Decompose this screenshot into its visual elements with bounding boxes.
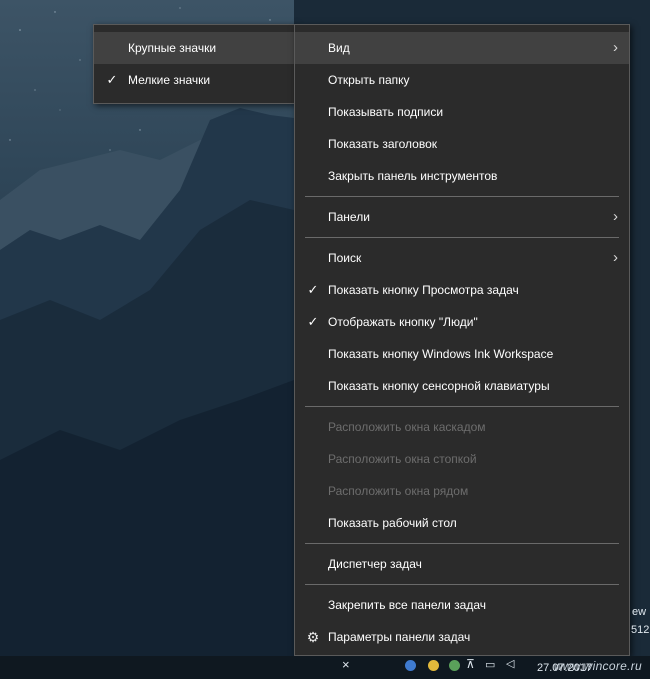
menu-item-taskbar-settings[interactable]: ⚙ Параметры панели задач bbox=[295, 621, 629, 653]
folder-icon[interactable] bbox=[428, 660, 439, 671]
volume-icon[interactable]: ◁ bbox=[506, 657, 514, 670]
menu-separator bbox=[305, 543, 619, 544]
menu-item-label: Вид bbox=[328, 41, 350, 55]
battery-icon[interactable]: ▭ bbox=[485, 658, 495, 671]
check-icon: ✓ bbox=[307, 314, 319, 329]
app-icon[interactable] bbox=[449, 660, 460, 671]
chevron-up-icon[interactable]: ⊼ bbox=[466, 657, 475, 671]
menu-item-show-touch-keyboard-button[interactable]: Показать кнопку сенсорной клавиатуры bbox=[295, 370, 629, 402]
menu-separator bbox=[305, 237, 619, 238]
menu-item-open-folder[interactable]: Открыть папку bbox=[295, 64, 629, 96]
menu-item-show-desktop[interactable]: Показать рабочий стол bbox=[295, 507, 629, 539]
background-text: ew bbox=[632, 606, 647, 618]
menu-separator bbox=[305, 584, 619, 585]
menu-item-label: Расположить окна рядом bbox=[328, 484, 469, 498]
watermark: www.wincore.ru bbox=[553, 659, 642, 673]
menu-item-side-by-side-windows: Расположить окна рядом bbox=[295, 475, 629, 507]
submenu-item-label: Мелкие значки bbox=[128, 73, 211, 87]
menu-separator bbox=[305, 196, 619, 197]
network-icon[interactable] bbox=[405, 660, 416, 671]
menu-item-label: Диспетчер задач bbox=[328, 557, 422, 571]
submenu-item-small-icons[interactable]: ✓ Мелкие значки bbox=[94, 64, 295, 96]
menu-item-label: Закрыть панель инструментов bbox=[328, 169, 498, 183]
menu-item-lock-taskbars[interactable]: Закрепить все панели задач bbox=[295, 589, 629, 621]
close-icon[interactable]: × bbox=[342, 657, 350, 672]
menu-item-cascade-windows: Расположить окна каскадом bbox=[295, 411, 629, 443]
view-submenu: Крупные значки ✓ Мелкие значки bbox=[93, 24, 296, 104]
chevron-right-icon: › bbox=[613, 249, 618, 266]
menu-item-stack-windows: Расположить окна стопкой bbox=[295, 443, 629, 475]
menu-separator bbox=[305, 406, 619, 407]
menu-item-show-task-view-button[interactable]: ✓ Показать кнопку Просмотра задач bbox=[295, 274, 629, 306]
menu-item-label: Показать кнопку Просмотра задач bbox=[328, 283, 519, 297]
menu-item-view[interactable]: Вид › bbox=[295, 32, 629, 64]
menu-item-label: Закрепить все панели задач bbox=[328, 598, 487, 612]
menu-item-show-text[interactable]: Показывать подписи bbox=[295, 96, 629, 128]
menu-item-label: Показать рабочий стол bbox=[328, 516, 457, 530]
menu-item-label: Показать кнопку Windows Ink Workspace bbox=[328, 347, 554, 361]
menu-item-label: Отображать кнопку "Люди" bbox=[328, 315, 478, 329]
menu-item-label: Открыть папку bbox=[328, 73, 410, 87]
submenu-item-label: Крупные значки bbox=[128, 41, 217, 55]
background-text: 512 bbox=[631, 624, 650, 636]
menu-item-show-title[interactable]: Показать заголовок bbox=[295, 128, 629, 160]
menu-item-label: Расположить окна стопкой bbox=[328, 452, 477, 466]
menu-item-label: Показывать подписи bbox=[328, 105, 444, 119]
menu-item-show-ink-workspace-button[interactable]: Показать кнопку Windows Ink Workspace bbox=[295, 338, 629, 370]
menu-item-label: Поиск bbox=[328, 251, 362, 265]
menu-item-label: Параметры панели задач bbox=[328, 630, 471, 644]
menu-item-show-people-button[interactable]: ✓ Отображать кнопку "Люди" bbox=[295, 306, 629, 338]
check-icon: ✓ bbox=[106, 72, 118, 87]
gear-icon: ⚙ bbox=[306, 629, 320, 645]
menu-item-label: Панели bbox=[328, 210, 370, 224]
menu-item-toolbars[interactable]: Панели › bbox=[295, 201, 629, 233]
chevron-right-icon: › bbox=[613, 39, 618, 56]
menu-item-label: Показать кнопку сенсорной клавиатуры bbox=[328, 379, 550, 393]
menu-item-task-manager[interactable]: Диспетчер задач bbox=[295, 548, 629, 580]
menu-item-label: Расположить окна каскадом bbox=[328, 420, 486, 434]
check-icon: ✓ bbox=[307, 282, 319, 297]
submenu-item-large-icons[interactable]: Крупные значки bbox=[94, 32, 295, 64]
chevron-right-icon: › bbox=[613, 208, 618, 225]
taskbar-context-menu: Вид › Открыть папку Показывать подписи П… bbox=[294, 24, 630, 656]
menu-item-search[interactable]: Поиск › bbox=[295, 242, 629, 274]
menu-item-label: Показать заголовок bbox=[328, 137, 438, 151]
menu-item-close-toolbar[interactable]: Закрыть панель инструментов bbox=[295, 160, 629, 192]
